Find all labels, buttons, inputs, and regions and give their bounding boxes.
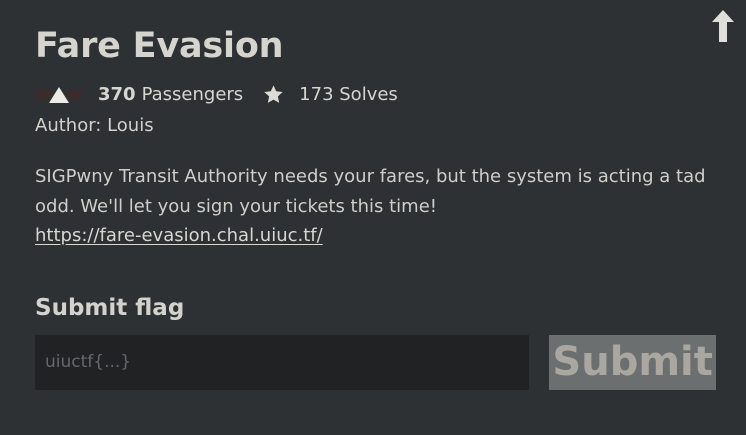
star-icon [264, 84, 283, 103]
challenge-card: Fare Evasion 370 Passengers 173 Solves A… [0, 0, 746, 435]
submit-button[interactable]: Submit [549, 334, 716, 390]
challenge-description: SIGPwny Transit Authority needs your far… [35, 162, 715, 251]
triangle-up-icon [49, 87, 69, 103]
author-line: Author: Louis [35, 115, 154, 136]
passengers-label: Passengers [141, 83, 244, 105]
arrow-up-icon[interactable] [709, 8, 737, 44]
flag-input[interactable] [35, 334, 530, 390]
challenge-title: Fare Evasion [35, 26, 284, 66]
solves-count: 173 Solves [299, 83, 398, 105]
passenger-count: 370 [98, 83, 136, 105]
submit-flag-form: Submit [35, 334, 716, 390]
description-text: SIGPwny Transit Authority needs your far… [35, 166, 706, 217]
challenge-meta: 370 Passengers 173 Solves [35, 79, 716, 109]
challenge-link[interactable]: https://fare-evasion.chal.uiuc.tf/ [35, 225, 323, 246]
points-badge [35, 82, 82, 106]
submit-flag-heading: Submit flag [35, 294, 185, 321]
